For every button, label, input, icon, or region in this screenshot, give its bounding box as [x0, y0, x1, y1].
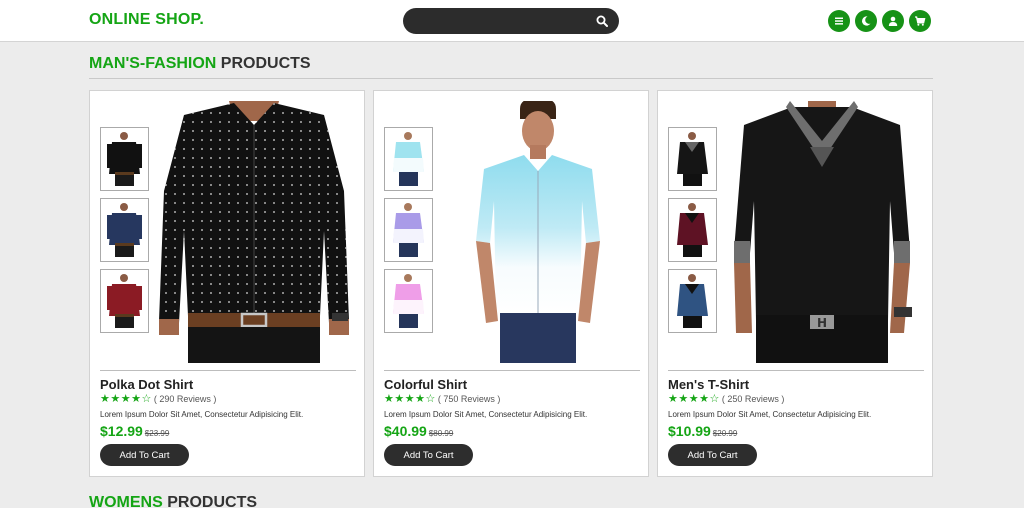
top-navbar: ONLINE SHOP.	[0, 0, 1024, 42]
product-name[interactable]: Men's T-Shirt	[668, 377, 749, 392]
star-filled-icon: ★	[394, 393, 405, 405]
star-filled-icon: ★	[384, 393, 394, 405]
current-price: $10.99	[668, 423, 711, 439]
current-price: $12.99	[100, 423, 143, 439]
product-price: $12.99 $23.99	[100, 423, 169, 439]
star-filled-icon: ★	[668, 393, 678, 405]
star-filled-icon: ★	[678, 393, 689, 405]
search-bar	[403, 8, 619, 34]
thumbnail-list	[668, 127, 717, 340]
cart-icon[interactable]	[909, 10, 931, 32]
thumbnail-maroon-shirt[interactable]	[100, 269, 149, 333]
original-price: $80.99	[428, 429, 454, 438]
menu-icon[interactable]	[828, 10, 850, 32]
original-price: $23.99	[144, 429, 170, 438]
product-description: Lorem Ipsum Dolor Sit Amet, Consectetur …	[384, 410, 588, 419]
header-icon-group	[828, 10, 931, 32]
thumbnail-lavender-shirt[interactable]	[384, 198, 433, 262]
thumbnail-black-tshirt[interactable]	[668, 127, 717, 191]
star-filled-icon: ★	[688, 393, 699, 405]
star-filled-icon: ★	[120, 393, 131, 405]
add-to-cart-button[interactable]: Add To Cart	[668, 444, 757, 466]
thumbnail-pink-shirt[interactable]	[384, 269, 433, 333]
add-to-cart-button[interactable]: Add To Cart	[100, 444, 189, 466]
thumbnail-black-shirt[interactable]	[100, 127, 149, 191]
star-filled-icon: ★	[110, 393, 121, 405]
section-heading-accent: MAN'S-FASHION	[89, 55, 217, 72]
product-image[interactable]	[154, 101, 354, 363]
thumbnail-maroon-tshirt[interactable]	[668, 198, 717, 262]
section-heading-mens: MAN'S-FASHION PRODUCTS	[89, 55, 311, 73]
user-icon[interactable]	[882, 10, 904, 32]
product-price: $40.99 $80.99	[384, 423, 453, 439]
card-divider	[668, 370, 924, 371]
product-rating: ★ ★ ★ ★ ☆ ( 290 Reviews )	[100, 393, 217, 405]
product-card: Colorful Shirt ★ ★ ★ ★ ☆ ( 750 Reviews ) Lor…	[373, 90, 649, 477]
shop-logo[interactable]: ONLINE SHOP.	[89, 11, 204, 29]
star-filled-icon: ★	[415, 393, 425, 405]
product-rating: ★ ★ ★ ★ ☆ ( 750 Reviews )	[384, 393, 501, 405]
product-name[interactable]: Polka Dot Shirt	[100, 377, 193, 392]
review-count: ( 290 Reviews )	[153, 394, 217, 404]
product-description: Lorem Ipsum Dolor Sit Amet, Consectetur …	[100, 410, 304, 419]
product-name[interactable]: Colorful Shirt	[384, 377, 467, 392]
moon-icon[interactable]	[855, 10, 877, 32]
thumbnail-list	[100, 127, 149, 340]
star-filled-icon: ★	[131, 393, 141, 405]
review-count: ( 750 Reviews )	[437, 394, 501, 404]
search-icon[interactable]	[596, 14, 610, 28]
section-heading-rest: PRODUCTS	[216, 55, 311, 72]
product-card: H Men's T-Shirt ★ ★ ★ ★ ☆ ( 250 Reviews ) Lo…	[657, 90, 933, 477]
original-price: $20.99	[712, 429, 738, 438]
product-rating: ★ ★ ★ ★ ☆ ( 250 Reviews )	[668, 393, 785, 405]
search-input[interactable]	[417, 12, 587, 30]
section-heading-rest: PRODUCTS	[162, 494, 258, 508]
section-heading-accent: WOMENS	[89, 494, 163, 508]
star-filled-icon: ★	[100, 393, 110, 405]
star-empty-icon: ☆	[709, 393, 720, 405]
thumbnail-blue-tshirt[interactable]	[668, 269, 717, 333]
thumbnail-list	[384, 127, 433, 340]
thumbnail-navy-shirt[interactable]	[100, 198, 149, 262]
product-image[interactable]: H	[722, 101, 922, 363]
product-price: $10.99 $20.99	[668, 423, 737, 439]
star-filled-icon: ★	[404, 393, 415, 405]
card-divider	[100, 370, 356, 371]
thumbnail-cyan-shirt[interactable]	[384, 127, 433, 191]
card-divider	[384, 370, 640, 371]
section-heading-womens: WOMENS PRODUCTS	[89, 494, 257, 508]
section-divider	[89, 78, 933, 79]
svg-text:H: H	[817, 316, 827, 330]
product-card: Polka Dot Shirt ★ ★ ★ ★ ☆ ( 290 Reviews ) Lo…	[89, 90, 365, 477]
star-empty-icon: ☆	[141, 393, 152, 405]
product-description: Lorem Ipsum Dolor Sit Amet, Consectetur …	[668, 410, 872, 419]
star-filled-icon: ★	[699, 393, 709, 405]
product-image[interactable]	[438, 101, 638, 363]
review-count: ( 250 Reviews )	[721, 394, 785, 404]
current-price: $40.99	[384, 423, 427, 439]
star-empty-icon: ☆	[425, 393, 436, 405]
add-to-cart-button[interactable]: Add To Cart	[384, 444, 473, 466]
